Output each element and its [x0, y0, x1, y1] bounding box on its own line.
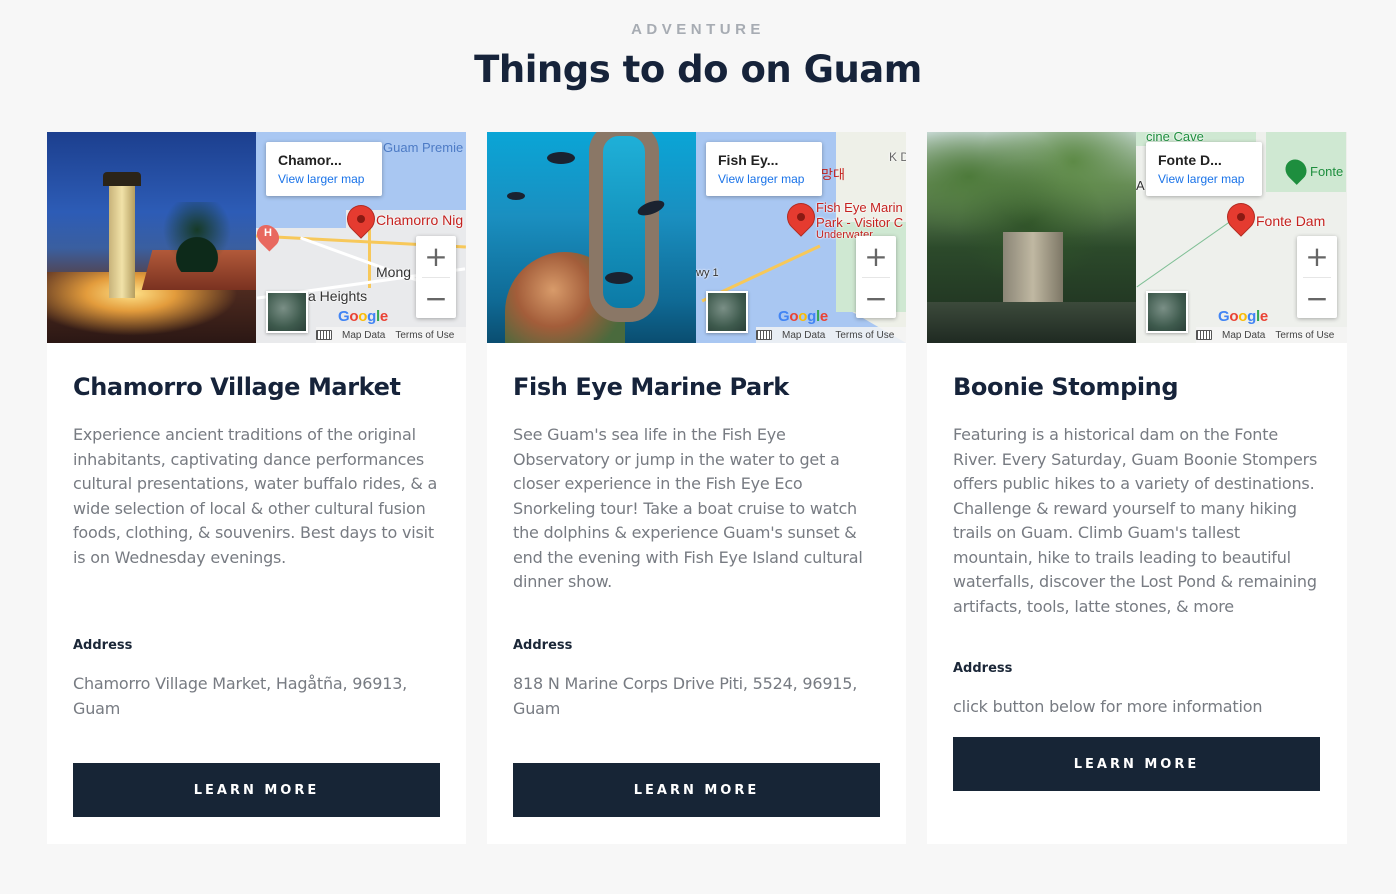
- attraction-photo: [487, 132, 696, 343]
- learn-more-button[interactable]: LEARN MORE: [513, 763, 880, 817]
- map-data-link[interactable]: Map Data: [782, 330, 825, 341]
- map-data-link[interactable]: Map Data: [1222, 330, 1265, 341]
- section-eyebrow: ADVENTURE: [631, 21, 765, 38]
- card-title: Chamorro Village Market: [73, 373, 401, 401]
- google-logo: Google: [778, 308, 828, 325]
- card-title: Fish Eye Marine Park: [513, 373, 789, 401]
- map-pin-label: Fish Eye Marin: [816, 200, 903, 215]
- map-zoom-controls: + −: [1297, 236, 1337, 318]
- attraction-card-fish-eye: 망대 K D wy 1 Fish Ey... View larger map F…: [487, 132, 906, 844]
- map-label: 망대: [821, 167, 845, 182]
- card-media: cine Cave Fonte D... View larger map A F…: [927, 132, 1347, 343]
- map-label: a Heights: [308, 288, 368, 304]
- section-title: Things to do on Guam: [474, 48, 922, 91]
- embedded-map[interactable]: 망대 K D wy 1 Fish Ey... View larger map F…: [696, 132, 906, 343]
- satellite-thumbnail-icon[interactable]: [1146, 291, 1188, 333]
- card-description: Experience ancient traditions of the ori…: [73, 425, 438, 567]
- map-label: A: [1136, 178, 1145, 193]
- learn-more-button[interactable]: LEARN MORE: [73, 763, 440, 817]
- zoom-out-button[interactable]: −: [416, 278, 456, 319]
- embedded-map[interactable]: cine Cave Fonte D... View larger map A F…: [1136, 132, 1347, 343]
- map-infobox: Fish Ey... View larger map: [706, 142, 822, 196]
- map-zoom-controls: + −: [856, 236, 896, 318]
- map-label: Guam Premie: [383, 140, 464, 155]
- map-pin-label: Fonte Dam: [1256, 213, 1326, 229]
- map-infobox-place: Fonte D...: [1158, 152, 1222, 168]
- view-larger-map-link[interactable]: View larger map: [1158, 172, 1262, 186]
- google-logo: Google: [1218, 308, 1268, 325]
- address-value: click button below for more information: [953, 697, 1263, 716]
- zoom-in-button[interactable]: +: [1297, 236, 1337, 277]
- keyboard-icon[interactable]: [756, 330, 772, 340]
- card-description: See Guam's sea life in the Fish Eye Obse…: [513, 425, 863, 591]
- terms-of-use-link[interactable]: Terms of Use: [395, 330, 454, 341]
- terms-of-use-link[interactable]: Terms of Use: [835, 330, 894, 341]
- zoom-in-button[interactable]: +: [856, 236, 896, 277]
- map-infobox: Fonte D... View larger map: [1146, 142, 1262, 196]
- address-value: 818 N Marine Corps Drive Piti, 5524, 969…: [513, 674, 858, 718]
- attraction-card-chamorro-village: Guam Premie Chamor... View larger map H …: [47, 132, 466, 844]
- map-label: Mong: [376, 264, 412, 280]
- map-attribution: Map Data Terms of Use: [316, 327, 466, 343]
- keyboard-icon[interactable]: [316, 330, 332, 340]
- google-logo: Google: [338, 308, 388, 325]
- map-data-link[interactable]: Map Data: [342, 330, 385, 341]
- address-value: Chamorro Village Market, Hagåtña, 96913,…: [73, 674, 408, 718]
- attraction-photo: [927, 132, 1136, 343]
- view-larger-map-link[interactable]: View larger map: [718, 172, 822, 186]
- embedded-map[interactable]: Guam Premie Chamor... View larger map H …: [256, 132, 466, 343]
- map-attribution: Map Data Terms of Use: [756, 327, 906, 343]
- attraction-photo: [47, 132, 256, 343]
- map-pin-label: Chamorro Nig: [376, 212, 464, 228]
- zoom-in-button[interactable]: +: [416, 236, 456, 277]
- satellite-thumbnail-icon[interactable]: [266, 291, 308, 333]
- map-infobox-place: Fish Ey...: [718, 152, 779, 168]
- address-label: Address: [513, 638, 573, 653]
- map-attribution: Map Data Terms of Use: [1196, 327, 1347, 343]
- zoom-out-button[interactable]: −: [856, 278, 896, 319]
- keyboard-icon[interactable]: [1196, 330, 1212, 340]
- zoom-out-button[interactable]: −: [1297, 278, 1337, 319]
- map-pin-label: Park - Visitor C: [816, 215, 904, 230]
- address-label: Address: [73, 638, 133, 653]
- terms-of-use-link[interactable]: Terms of Use: [1275, 330, 1334, 341]
- map-infobox-place: Chamor...: [278, 152, 342, 168]
- map-label: K D: [889, 150, 906, 164]
- map-label: wy 1: [696, 267, 719, 279]
- card-media: 망대 K D wy 1 Fish Ey... View larger map F…: [487, 132, 906, 343]
- address-label: Address: [953, 661, 1013, 676]
- card-title: Boonie Stomping: [953, 373, 1179, 401]
- satellite-thumbnail-icon[interactable]: [706, 291, 748, 333]
- learn-more-button[interactable]: LEARN MORE: [953, 737, 1320, 791]
- map-zoom-controls: + −: [416, 236, 456, 318]
- card-media: Guam Premie Chamor... View larger map H …: [47, 132, 466, 343]
- map-label: Fonte: [1310, 164, 1344, 179]
- attraction-card-boonie-stomping: cine Cave Fonte D... View larger map A F…: [927, 132, 1347, 844]
- card-description: Featuring is a historical dam on the Fon…: [953, 425, 1318, 616]
- view-larger-map-link[interactable]: View larger map: [278, 172, 382, 186]
- map-infobox: Chamor... View larger map: [266, 142, 382, 196]
